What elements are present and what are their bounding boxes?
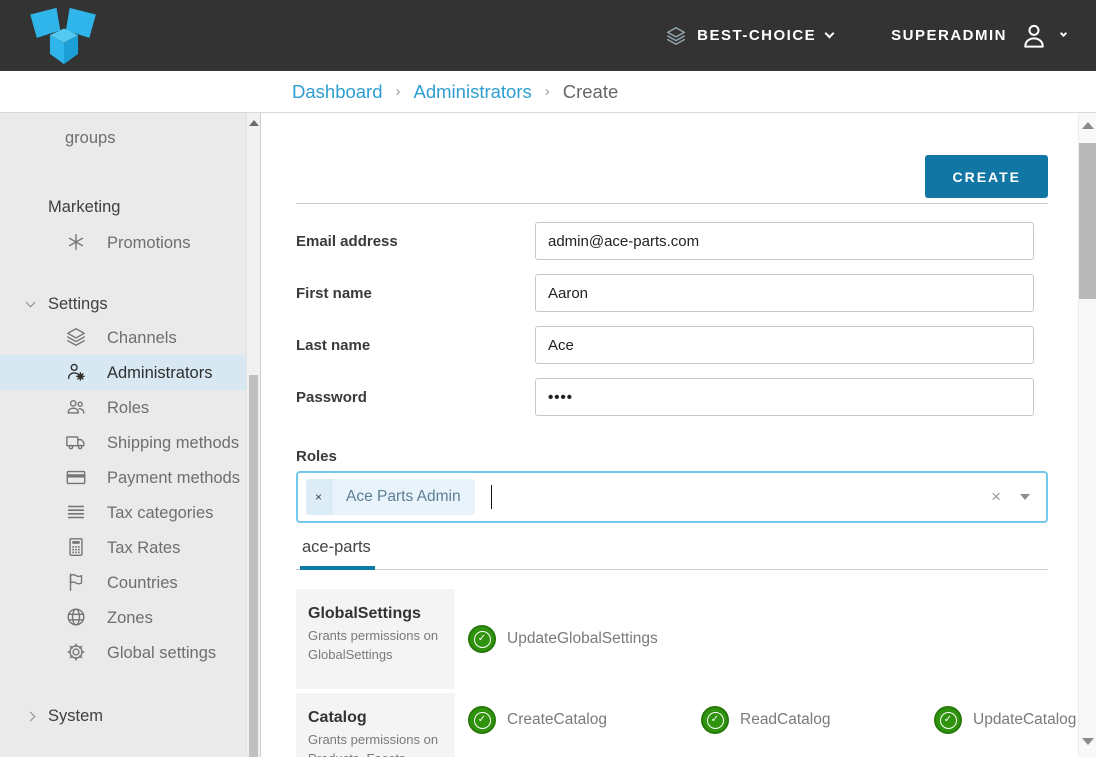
chevron-down-icon: [825, 29, 835, 39]
permission-group: GlobalSettings Grants permissions on Glo…: [296, 589, 455, 689]
sidebar-item-channels[interactable]: Channels: [0, 320, 260, 355]
person-icon: [1019, 21, 1049, 51]
asterisk-icon: [65, 231, 89, 253]
roles-label: Roles: [296, 448, 1048, 465]
vendure-cube-logo[interactable]: [28, 6, 100, 66]
sidebar-section-settings[interactable]: Settings: [0, 294, 260, 314]
last-name-input[interactable]: [535, 326, 1034, 364]
checked-toggle-icon: ✓: [701, 706, 729, 734]
email-address-label: Email address: [296, 233, 535, 250]
tab-ace-parts[interactable]: ace-parts: [300, 538, 375, 570]
channel-label: BEST-CHOICE: [697, 27, 816, 44]
chevron-down-icon: [1060, 30, 1067, 37]
sidebar-scrollbar-thumb[interactable]: [249, 375, 258, 757]
layers-icon: [665, 25, 687, 47]
permissions-table: GlobalSettings Grants permissions on Glo…: [296, 589, 1070, 757]
sidebar-scrollbar[interactable]: [246, 113, 260, 757]
divider: [296, 203, 1048, 204]
user-gear-icon: [65, 361, 89, 383]
sidebar-item-global-settings[interactable]: Global settings: [0, 635, 260, 670]
sidebar-section-marketing: Marketing: [0, 197, 260, 217]
users-icon: [65, 396, 89, 418]
sidebar-item-payment-methods[interactable]: Payment methods: [0, 460, 260, 495]
dropdown-arrow-icon[interactable]: [1020, 494, 1030, 500]
breadcrumb-current: Create: [563, 81, 619, 103]
sidebar-item-zones[interactable]: Zones: [0, 600, 260, 635]
breadcrumb: Dashboard › Administrators › Create: [0, 71, 1096, 113]
sidebar: groups Marketing Promotions Settings: [0, 113, 261, 757]
top-bar: BEST-CHOICE SUPERADMIN: [0, 0, 1096, 71]
sidebar-item-tax-categories[interactable]: Tax categories: [0, 495, 260, 530]
roles-select[interactable]: × Ace Parts Admin ×: [296, 471, 1048, 523]
scroll-down-icon[interactable]: [1082, 738, 1094, 745]
chevron-down-icon: [26, 298, 36, 308]
breadcrumb-link-administrators[interactable]: Administrators: [414, 81, 532, 103]
email-address-input[interactable]: [535, 222, 1034, 260]
user-label: SUPERADMIN: [891, 27, 1007, 44]
permission-group-description: Grants permissions on GlobalSettings: [308, 627, 445, 665]
main-scrollbar-thumb[interactable]: [1079, 143, 1096, 299]
password-input[interactable]: [535, 378, 1034, 416]
channel-tabs: ace-parts: [296, 538, 1048, 570]
sidebar-item-administrators[interactable]: Administrators: [0, 355, 260, 390]
text-cursor: [491, 485, 493, 509]
permission-toggle-readcatalog[interactable]: ✓ ReadCatalog: [701, 706, 934, 734]
sidebar-item-countries[interactable]: Countries: [0, 565, 260, 600]
gear-icon: [65, 641, 89, 663]
flag-icon: [65, 571, 89, 593]
breadcrumb-link-dashboard[interactable]: Dashboard: [292, 81, 383, 103]
truck-icon: [65, 431, 89, 453]
main-scrollbar[interactable]: [1078, 113, 1096, 757]
permission-group-name: GlobalSettings: [308, 605, 445, 623]
permission-group-name: Catalog: [308, 709, 445, 727]
clear-selection-icon[interactable]: ×: [991, 487, 1001, 507]
last-name-label: Last name: [296, 337, 535, 354]
scroll-up-icon[interactable]: [1082, 122, 1094, 129]
user-menu[interactable]: SUPERADMIN: [891, 21, 1066, 51]
permission-group-description: Grants permissions on Products, Facets: [308, 731, 445, 757]
table-row: GlobalSettings Grants permissions on Glo…: [296, 589, 1070, 689]
sidebar-item-shipping-methods[interactable]: Shipping methods: [0, 425, 260, 460]
breadcrumb-separator: ›: [545, 83, 550, 100]
first-name-input[interactable]: [535, 274, 1034, 312]
permission-toggle-updatecatalog[interactable]: ✓ UpdateCatalog: [934, 706, 1096, 734]
channel-switcher[interactable]: BEST-CHOICE: [665, 25, 833, 47]
credit-card-icon: [65, 466, 89, 488]
globe-icon: [65, 606, 89, 628]
sidebar-item-promotions[interactable]: Promotions: [0, 225, 260, 260]
first-name-label: First name: [296, 285, 535, 302]
role-chip-label: Ace Parts Admin: [332, 479, 475, 515]
main-content: CREATE Email address First name Last nam…: [261, 113, 1096, 757]
chevron-right-icon: [26, 712, 36, 722]
scroll-up-icon[interactable]: [249, 120, 259, 126]
sidebar-item-tax-rates[interactable]: Tax Rates: [0, 530, 260, 565]
list-icon: [65, 501, 89, 523]
calculator-icon: [65, 536, 89, 558]
checked-toggle-icon: ✓: [934, 706, 962, 734]
sidebar-section-system[interactable]: System: [0, 706, 260, 726]
create-button[interactable]: CREATE: [925, 155, 1048, 198]
permission-toggle-updateglobalsettings[interactable]: ✓ UpdateGlobalSettings: [468, 625, 701, 653]
table-row: Catalog Grants permissions on Products, …: [296, 693, 1070, 757]
role-chip: × Ace Parts Admin: [306, 479, 475, 515]
sidebar-item-roles[interactable]: Roles: [0, 390, 260, 425]
layers-icon: [65, 326, 89, 348]
checked-toggle-icon: ✓: [468, 625, 496, 653]
permission-group: Catalog Grants permissions on Products, …: [296, 693, 455, 757]
sidebar-item-customer-groups-clipped[interactable]: groups: [0, 121, 260, 155]
permission-toggle-createcatalog[interactable]: ✓ CreateCatalog: [468, 706, 701, 734]
password-label: Password: [296, 389, 535, 406]
checked-toggle-icon: ✓: [468, 706, 496, 734]
breadcrumb-separator: ›: [396, 83, 401, 100]
chip-remove-icon[interactable]: ×: [306, 479, 332, 515]
